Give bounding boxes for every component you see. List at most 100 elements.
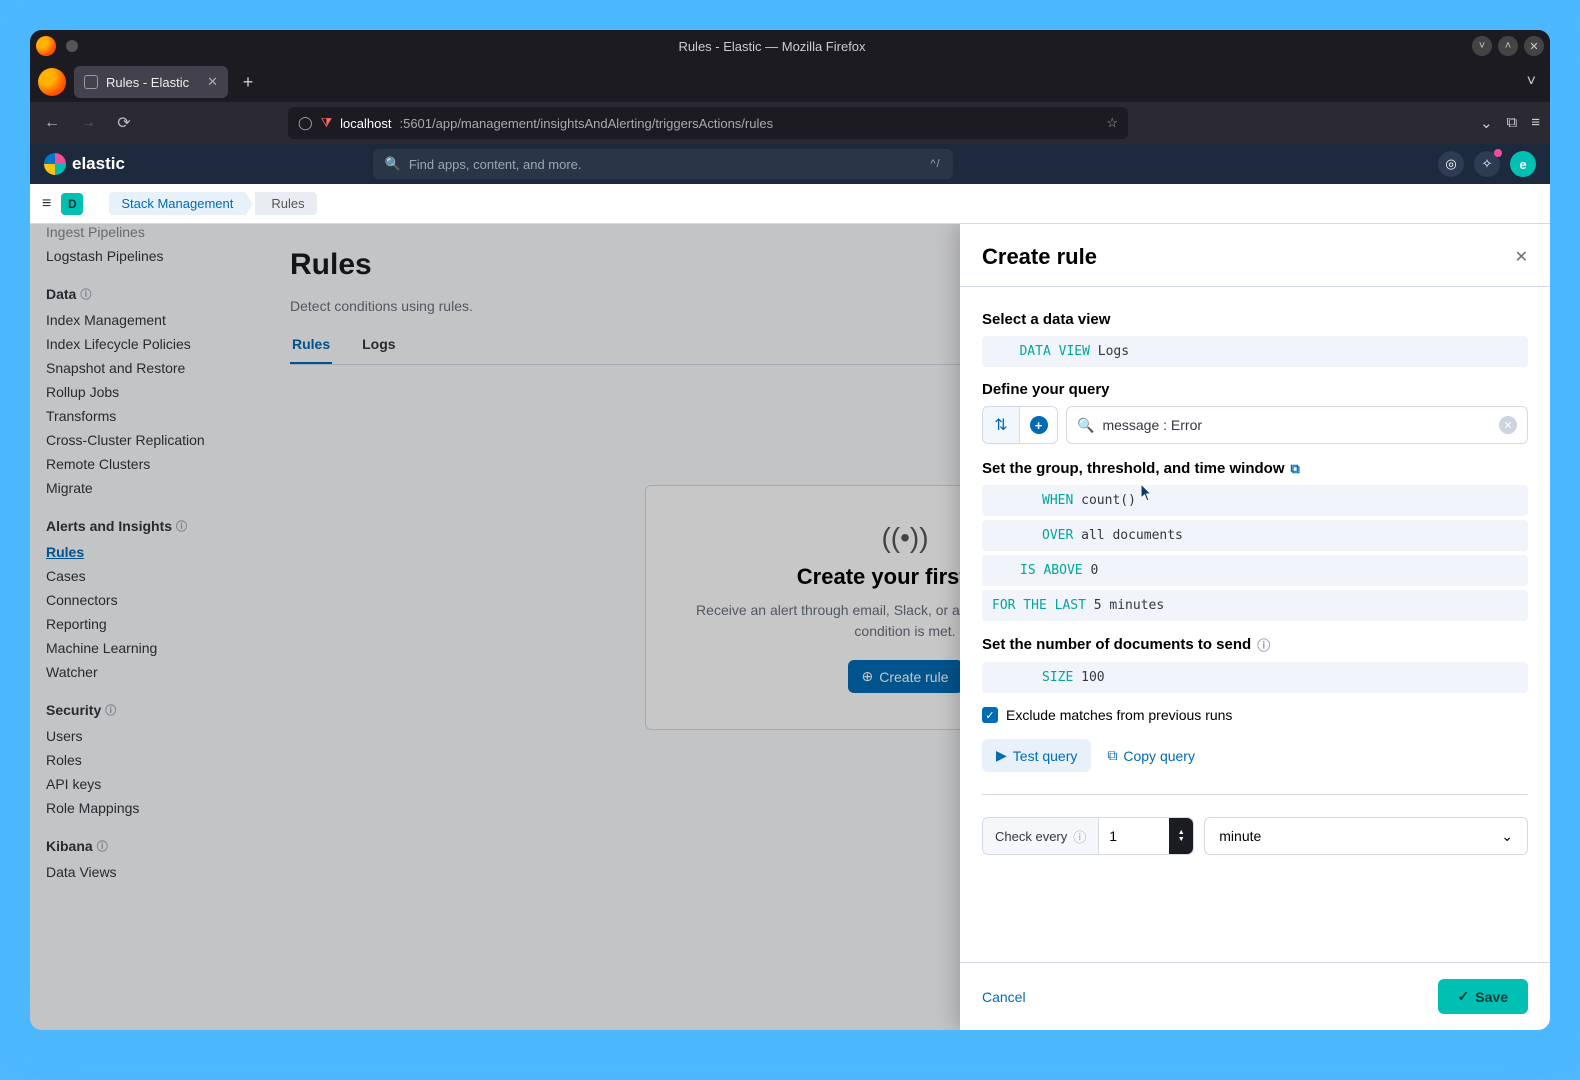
elastic-logo[interactable]: elastic bbox=[44, 153, 125, 175]
size-keyword: SIZE bbox=[1042, 670, 1073, 685]
titlebar-dot bbox=[66, 40, 78, 52]
exclude-label: Exclude matches from previous runs bbox=[1006, 707, 1232, 723]
cancel-button[interactable]: Cancel bbox=[982, 989, 1026, 1005]
elastic-logo-icon bbox=[44, 153, 66, 175]
dataview-selector[interactable]: DATA VIEW Logs bbox=[982, 336, 1528, 367]
clear-query-icon[interactable]: ✕ bbox=[1499, 416, 1517, 434]
browser-toolbar: ← → ⟳ ◯ ⧩ localhost :5601/app/management/… bbox=[30, 102, 1550, 144]
info-icon[interactable]: ⓘ bbox=[1257, 635, 1270, 654]
close-tab-icon[interactable]: ✕ bbox=[207, 74, 218, 90]
check-every-label: Check every bbox=[995, 829, 1067, 844]
hamburger-menu-icon[interactable]: ≡ bbox=[1531, 114, 1540, 132]
url-host: localhost bbox=[340, 116, 391, 131]
check-every-input[interactable]: Check every ⓘ 1 ▲▼ bbox=[982, 817, 1194, 855]
pocket-icon[interactable]: ⌄ bbox=[1480, 114, 1493, 132]
over-keyword: OVER bbox=[1042, 528, 1073, 543]
firefox-home-icon[interactable] bbox=[38, 68, 66, 96]
check-every-value[interactable]: 1 bbox=[1099, 828, 1169, 844]
add-filter-button[interactable]: + bbox=[1020, 406, 1058, 444]
user-avatar[interactable]: e bbox=[1510, 151, 1536, 177]
info-icon[interactable]: ⓘ bbox=[1073, 827, 1086, 846]
test-query-button[interactable]: ▶ Test query bbox=[982, 739, 1091, 772]
search-icon: 🔍 bbox=[1077, 417, 1094, 434]
copy-query-label: Copy query bbox=[1123, 748, 1195, 764]
last-keyword: FOR THE LAST bbox=[992, 598, 1086, 613]
bookmark-icon[interactable]: ☆ bbox=[1106, 115, 1118, 131]
breadcrumb-bar: ≡ D Stack Management Rules bbox=[30, 184, 1550, 224]
breadcrumb-parent[interactable]: Stack Management bbox=[109, 192, 245, 215]
window-clause[interactable]: FOR THE LAST 5 minutes bbox=[982, 590, 1528, 621]
check-every-unit-select[interactable]: minute ⌄ bbox=[1204, 817, 1528, 855]
forward-button: → bbox=[76, 114, 100, 132]
size-clause[interactable]: SIZE 100 bbox=[982, 662, 1528, 693]
chevron-down-icon: ▼ bbox=[1178, 836, 1185, 843]
chevron-down-icon: ⌄ bbox=[1501, 828, 1513, 845]
notifications-icon[interactable]: ✧ bbox=[1474, 151, 1500, 177]
clipboard-icon: ⧉ bbox=[1107, 747, 1117, 764]
close-flyout-icon[interactable]: ✕ bbox=[1515, 247, 1528, 267]
save-label: Save bbox=[1475, 989, 1508, 1005]
play-icon: ▶ bbox=[996, 747, 1007, 764]
extensions-icon[interactable]: ⧉ bbox=[1507, 114, 1518, 132]
breadcrumb-leaf: Rules bbox=[255, 192, 316, 215]
content-area: Ingest Pipelines Logstash Pipelines Data… bbox=[30, 224, 1550, 1030]
last-value: 5 minutes bbox=[1094, 598, 1164, 613]
section-query: Define your query bbox=[982, 381, 1528, 398]
insecure-lock-icon: ⧩ bbox=[321, 115, 333, 131]
browser-tabbar: Rules - Elastic ✕ + ˅ bbox=[30, 62, 1550, 102]
new-tab-button[interactable]: + bbox=[234, 68, 262, 96]
query-input[interactable]: 🔍 message : Error ✕ bbox=[1066, 406, 1528, 444]
elastic-header: elastic 🔍 Find apps, content, and more. … bbox=[30, 144, 1550, 184]
create-rule-flyout: Create rule ✕ Select a data view DATA VI… bbox=[960, 224, 1550, 1030]
over-value: all documents bbox=[1081, 528, 1183, 543]
number-stepper[interactable]: ▲▼ bbox=[1169, 818, 1193, 854]
minimize-button[interactable]: ˅ bbox=[1472, 36, 1492, 56]
flyout-title: Create rule bbox=[982, 244, 1097, 270]
nav-toggle-icon[interactable]: ≡ bbox=[42, 195, 51, 213]
space-badge[interactable]: D bbox=[61, 193, 83, 215]
dataview-value: Logs bbox=[1098, 344, 1129, 359]
maximize-button[interactable]: ˄ bbox=[1498, 36, 1518, 56]
newsfeed-icon[interactable]: ◎ bbox=[1438, 151, 1464, 177]
tab-favicon bbox=[84, 75, 98, 89]
filter-button[interactable]: ⇅ bbox=[982, 406, 1020, 444]
back-button[interactable]: ← bbox=[40, 114, 64, 132]
exclude-checkbox-row[interactable]: ✓ Exclude matches from previous runs bbox=[982, 707, 1528, 723]
chevron-up-icon: ▲ bbox=[1178, 829, 1185, 836]
search-placeholder: Find apps, content, and more. bbox=[409, 157, 582, 172]
shield-icon: ◯ bbox=[298, 115, 313, 131]
url-path: :5601/app/management/insightsAndAlerting… bbox=[399, 116, 773, 131]
when-value: count() bbox=[1081, 493, 1136, 508]
check-every-unit: minute bbox=[1219, 828, 1261, 844]
above-value: 0 bbox=[1090, 563, 1098, 578]
test-query-label: Test query bbox=[1013, 748, 1078, 764]
url-bar[interactable]: ◯ ⧩ localhost :5601/app/management/insigh… bbox=[288, 107, 1128, 139]
when-clause[interactable]: WHEN count() bbox=[982, 485, 1528, 516]
close-window-button[interactable]: ✕ bbox=[1524, 36, 1544, 56]
dataview-keyword: DATA VIEW bbox=[1019, 344, 1089, 359]
save-button[interactable]: ✓ Save bbox=[1438, 979, 1528, 1014]
reload-button[interactable]: ⟳ bbox=[112, 113, 136, 133]
over-clause[interactable]: OVER all documents bbox=[982, 520, 1528, 551]
checkbox-checked-icon[interactable]: ✓ bbox=[982, 707, 998, 723]
threshold-clause[interactable]: IS ABOVE 0 bbox=[982, 555, 1528, 586]
filter-icon: ⇅ bbox=[994, 415, 1007, 435]
elastic-logo-text: elastic bbox=[72, 154, 125, 174]
search-icon: 🔍 bbox=[385, 156, 401, 172]
check-icon: ✓ bbox=[1458, 988, 1470, 1005]
section-docs: Set the number of documents to send ⓘ bbox=[982, 635, 1528, 654]
plus-icon: + bbox=[1030, 416, 1048, 434]
copy-query-button[interactable]: ⧉ Copy query bbox=[1107, 747, 1195, 764]
window-title: Rules - Elastic — Mozilla Firefox bbox=[78, 39, 1466, 54]
tabs-overflow-icon[interactable]: ˅ bbox=[1521, 67, 1542, 97]
size-value: 100 bbox=[1081, 670, 1104, 685]
divider bbox=[982, 794, 1528, 795]
browser-tab[interactable]: Rules - Elastic ✕ bbox=[74, 66, 228, 98]
query-value: message : Error bbox=[1102, 417, 1202, 433]
copy-icon[interactable]: ⧉ bbox=[1291, 461, 1300, 477]
global-search[interactable]: 🔍 Find apps, content, and more. ^/ bbox=[373, 149, 953, 179]
when-keyword: WHEN bbox=[1042, 493, 1073, 508]
search-shortcut: ^/ bbox=[930, 158, 940, 170]
section-dataview: Select a data view bbox=[982, 311, 1528, 328]
firefox-icon bbox=[36, 36, 56, 56]
